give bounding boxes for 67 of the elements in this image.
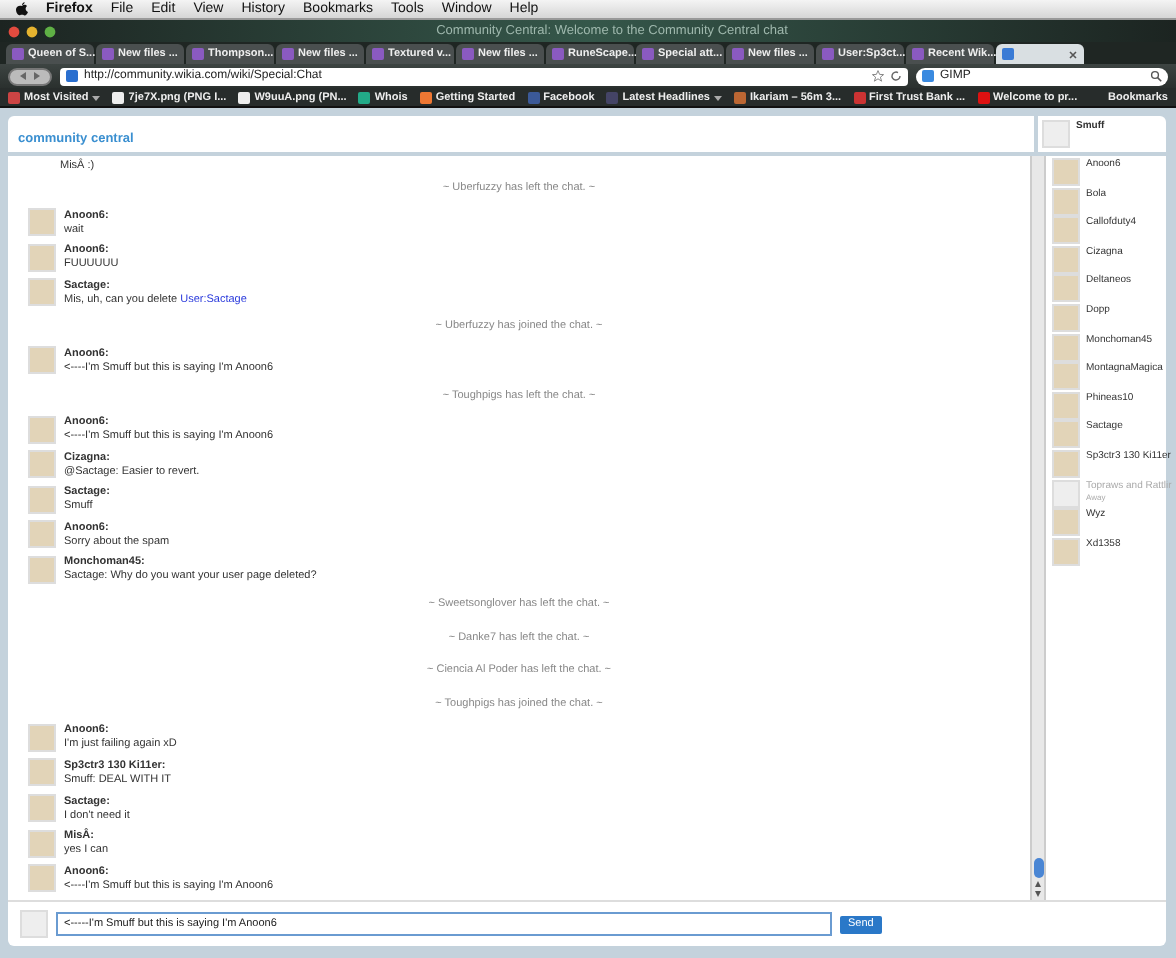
close-icon[interactable] — [1068, 49, 1078, 59]
avatar — [1052, 537, 1080, 566]
scrollbar-thumb[interactable] — [1033, 858, 1043, 878]
tab-icon — [462, 48, 474, 60]
search-engine-icon — [922, 70, 934, 82]
avatar — [1052, 508, 1080, 537]
bookmark-icon — [112, 91, 125, 103]
tab-icon — [1002, 48, 1014, 60]
tab-icon — [372, 48, 384, 60]
avatar — [28, 450, 56, 479]
tab-icon — [12, 48, 24, 60]
avatar — [28, 758, 56, 787]
tab-icon — [642, 48, 654, 60]
bookmark-icon — [606, 91, 619, 103]
back-forward-button[interactable] — [8, 67, 52, 85]
tab-icon — [282, 48, 294, 60]
scroll-down-icon[interactable] — [1034, 890, 1042, 898]
tab-icon — [912, 48, 924, 60]
tab-icon — [552, 48, 564, 60]
avatar — [28, 415, 56, 444]
avatar — [1052, 158, 1080, 186]
bookmark-icon — [419, 91, 432, 103]
bookmark-icon — [358, 91, 371, 103]
avatar — [28, 520, 56, 549]
avatar — [1052, 420, 1080, 449]
avatar — [20, 910, 48, 938]
avatar — [28, 346, 56, 375]
tab-icon — [732, 48, 744, 60]
avatar — [1052, 391, 1080, 420]
site-icon — [66, 70, 78, 82]
caret-icon — [713, 93, 722, 101]
reload-icon[interactable] — [890, 70, 902, 82]
tab-icon — [102, 48, 114, 60]
avatar — [1052, 333, 1080, 362]
back-forward-icon — [16, 70, 44, 82]
avatar — [28, 485, 56, 514]
bookmark-icon — [238, 91, 251, 103]
avatar — [1042, 120, 1070, 148]
avatar — [28, 555, 56, 584]
avatar — [1052, 187, 1080, 216]
scrollbar[interactable] — [1030, 156, 1046, 900]
avatar — [1052, 449, 1080, 478]
browser-tab[interactable] — [996, 44, 1084, 64]
avatar — [1052, 479, 1080, 508]
avatar — [28, 208, 56, 237]
avatar — [1052, 245, 1080, 274]
search-icon[interactable] — [1150, 70, 1162, 82]
caret-icon — [92, 93, 101, 101]
bookmark-icon — [8, 91, 20, 103]
avatar — [28, 723, 56, 752]
tab-icon — [192, 48, 204, 60]
avatar — [28, 829, 56, 858]
avatar — [28, 243, 56, 272]
avatar — [1052, 362, 1080, 391]
avatar — [28, 864, 56, 893]
tab-icon — [822, 48, 834, 60]
apple-icon[interactable] — [16, 2, 28, 16]
bookmark-icon — [853, 91, 866, 103]
bookmark-icon — [977, 91, 990, 103]
avatar — [28, 794, 56, 823]
avatar — [1052, 274, 1080, 303]
bookmark-icon — [733, 91, 746, 103]
star-icon[interactable] — [872, 70, 884, 82]
avatar — [1052, 216, 1080, 245]
avatar — [1052, 303, 1080, 332]
bookmark-icon — [527, 91, 540, 103]
avatar — [28, 278, 56, 307]
